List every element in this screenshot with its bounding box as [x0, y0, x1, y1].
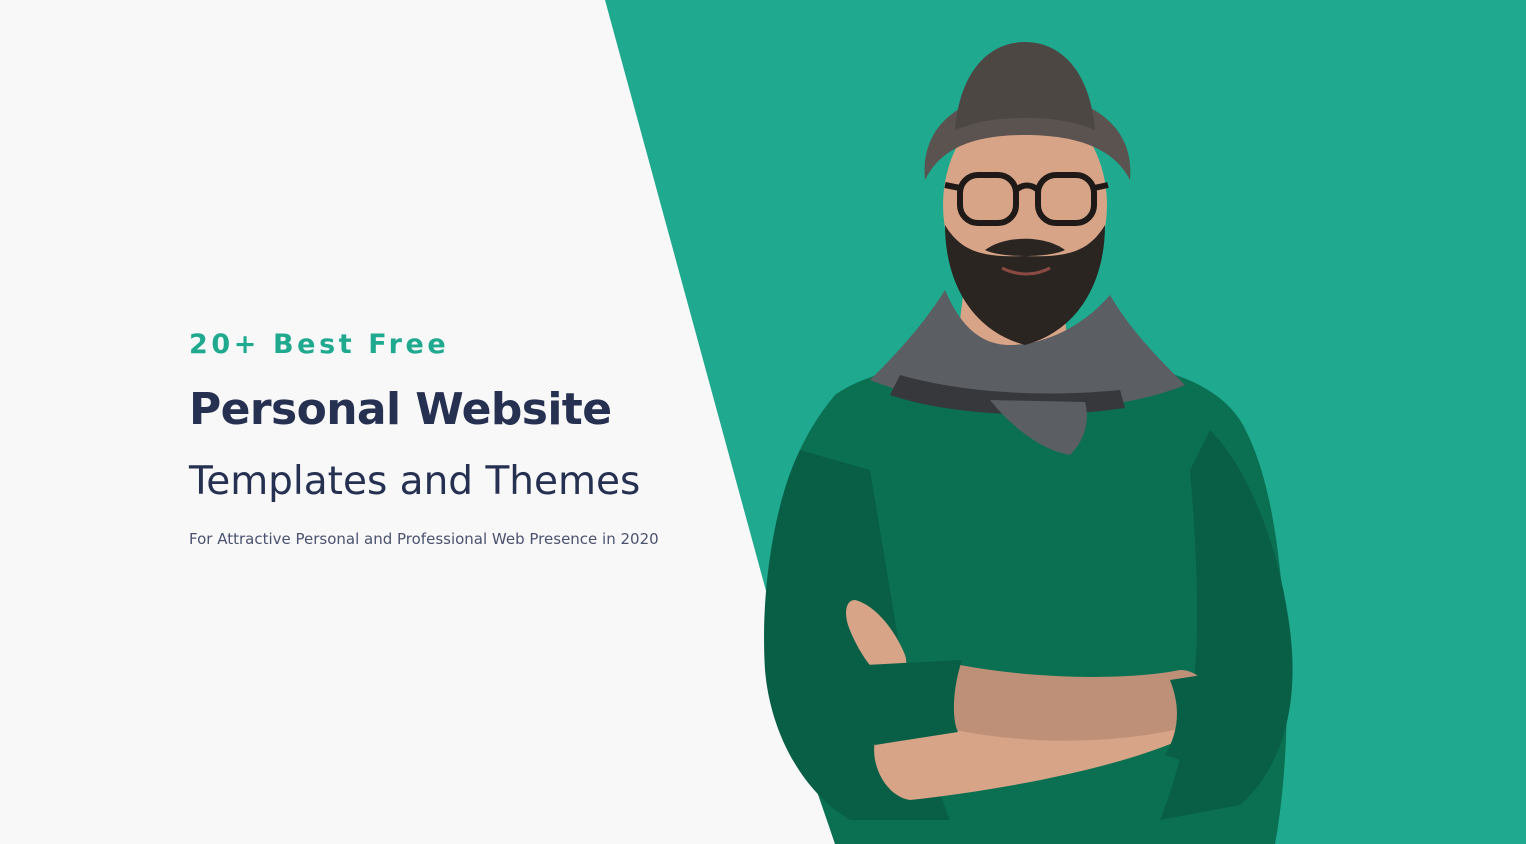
hero-tagline: For Attractive Personal and Professional…: [189, 530, 659, 548]
hero-copy: 20+ Best Free Personal Website Templates…: [189, 322, 749, 550]
sweater-cuff-left: [861, 660, 962, 745]
hero-headline: Personal Website: [189, 384, 612, 435]
hero-eyebrow: 20+ Best Free: [189, 329, 450, 360]
person-illustration: [764, 42, 1293, 844]
hat-crown: [955, 42, 1095, 130]
hero-banner: 20+ Best Free Personal Website Templates…: [0, 0, 1526, 844]
hero-subheadline: Templates and Themes: [189, 459, 641, 504]
